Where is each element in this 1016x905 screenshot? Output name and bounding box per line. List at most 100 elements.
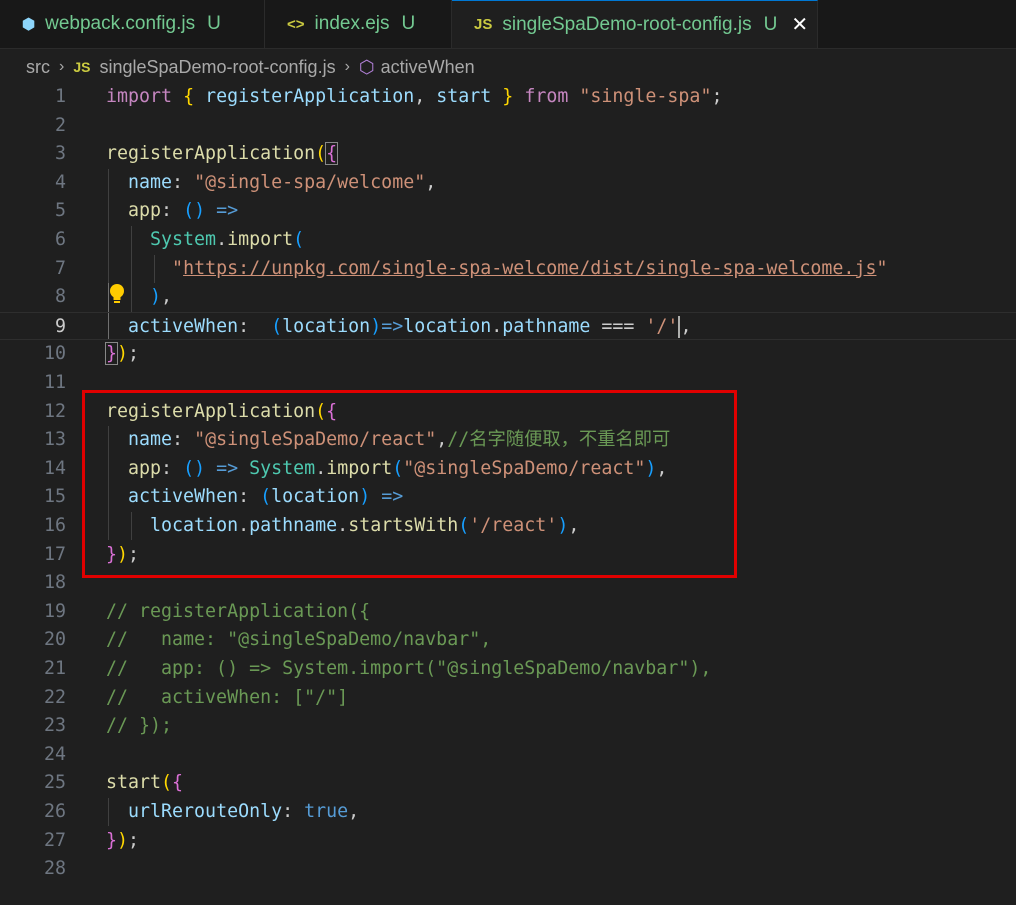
code-line: 3 registerApplication({ xyxy=(0,140,1016,169)
token: => xyxy=(381,315,404,337)
token: ; xyxy=(128,829,140,851)
line-number: 15 xyxy=(43,486,66,508)
code-line: 26 urlRerouteOnly: true, xyxy=(0,798,1016,827)
git-status-badge: U xyxy=(763,13,778,35)
line-number: 2 xyxy=(54,114,66,136)
code-comment: // }); xyxy=(106,715,173,737)
token: , xyxy=(348,801,360,822)
breadcrumb-file[interactable]: singleSpaDemo-root-config.js xyxy=(99,57,335,78)
line-number: 5 xyxy=(54,200,66,222)
code-line: 22 // activeWhen: ["/"] xyxy=(0,684,1016,713)
token: pathname xyxy=(502,315,591,337)
line-number: 10 xyxy=(43,343,66,365)
token: ( xyxy=(315,143,327,165)
code-line: 7 "https://unpkg.com/single-spa-welcome/… xyxy=(0,255,1016,284)
token: "single-spa" xyxy=(579,86,712,107)
breadcrumb-folder[interactable]: src xyxy=(26,57,50,78)
code-line: 6 System.import( xyxy=(0,226,1016,255)
token: location xyxy=(403,315,492,337)
token: { xyxy=(172,772,184,794)
line-number: 7 xyxy=(54,257,66,279)
token: from xyxy=(524,86,569,107)
chevron-right-icon: › xyxy=(344,58,350,75)
code-line: 20 // name: "@singleSpaDemo/navbar", xyxy=(0,626,1016,655)
line-number: 24 xyxy=(43,743,66,765)
token: { xyxy=(325,142,339,166)
chevron-right-icon: › xyxy=(59,58,65,75)
token: : xyxy=(172,171,184,193)
line-number: 14 xyxy=(43,457,66,479)
code-comment: // app: () => System.import("@singleSpaD… xyxy=(106,658,712,679)
token: System xyxy=(150,229,217,250)
token: , xyxy=(414,86,426,107)
url-link[interactable]: https://unpkg.com/single-spa-welcome/dis… xyxy=(183,258,876,279)
token: } xyxy=(104,342,119,366)
tab-webpack-config[interactable]: ⬢ webpack.config.js U xyxy=(0,0,265,48)
line-number: 3 xyxy=(54,143,66,165)
token: . xyxy=(491,315,503,337)
tab-root-config[interactable]: JS singleSpaDemo-root-config.js U ✕ xyxy=(452,0,818,48)
close-icon[interactable]: ✕ xyxy=(791,12,808,37)
git-status-badge: U xyxy=(207,13,221,34)
webpack-icon: ⬢ xyxy=(22,16,36,33)
token: } xyxy=(106,829,118,851)
tab-label: webpack.config.js xyxy=(45,13,196,34)
token: , xyxy=(161,286,173,308)
token: activeWhen xyxy=(128,315,239,337)
js-file-icon: JS xyxy=(73,59,91,75)
code-line: 5 app: () => xyxy=(0,197,1016,226)
token: '/' xyxy=(645,315,679,337)
token: ( xyxy=(161,772,173,794)
code-line: 23 // }); xyxy=(0,712,1016,741)
editor-tab-bar: ⬢ webpack.config.js U <> index.ejs U JS … xyxy=(0,0,1016,49)
code-line-current: 9 activeWhen: (location)=>location.pathn… xyxy=(0,311,1016,341)
code-line: 8 ), xyxy=(0,283,1016,312)
code-line: 27}); xyxy=(0,827,1016,856)
tab-index-ejs[interactable]: <> index.ejs U xyxy=(265,0,452,48)
token: import xyxy=(106,86,173,107)
tab-label: singleSpaDemo-root-config.js xyxy=(502,13,752,35)
token: ) xyxy=(117,343,129,365)
token: ) xyxy=(150,286,162,308)
token: location xyxy=(282,315,371,337)
token: start xyxy=(436,86,492,107)
token: : xyxy=(161,200,173,222)
token: , xyxy=(425,171,437,193)
token: start xyxy=(106,772,162,794)
token: ) xyxy=(370,315,382,337)
line-number: 25 xyxy=(43,772,66,794)
line-number: 28 xyxy=(43,858,66,880)
line-number: 17 xyxy=(43,543,66,565)
tab-label: index.ejs xyxy=(314,13,390,34)
code-line: 24 xyxy=(0,741,1016,770)
tab-bar-empty-space xyxy=(818,0,1016,48)
lightbulb-icon[interactable] xyxy=(108,283,126,310)
line-number: 1 xyxy=(54,86,66,107)
code-line: 4 name: "@single-spa/welcome", xyxy=(0,169,1016,198)
breadcrumb-symbol[interactable]: activeWhen xyxy=(381,57,475,78)
token: true xyxy=(304,801,349,822)
token: , xyxy=(680,315,692,337)
token: name xyxy=(128,171,173,193)
code-line: 2 xyxy=(0,112,1016,141)
line-number: 12 xyxy=(43,400,66,422)
code-line: 19 // registerApplication({ xyxy=(0,598,1016,627)
line-number: 20 xyxy=(43,629,66,651)
token: : xyxy=(282,801,294,822)
line-number: 6 xyxy=(54,229,66,250)
code-line: 28 xyxy=(0,855,1016,884)
ejs-file-icon: <> xyxy=(287,15,305,33)
token: registerApplication xyxy=(205,86,415,107)
line-number: 21 xyxy=(43,658,66,679)
token: urlRerouteOnly xyxy=(128,801,283,822)
line-number: 16 xyxy=(43,515,66,536)
token: ; xyxy=(128,343,140,365)
code-comment: // registerApplication({ xyxy=(106,600,371,622)
token: ) xyxy=(117,829,129,851)
line-number: 19 xyxy=(43,600,66,622)
highlight-annotation-box xyxy=(82,390,737,578)
token: { xyxy=(183,86,195,107)
git-status-badge: U xyxy=(401,13,416,34)
line-number: 23 xyxy=(43,715,66,737)
token: ; xyxy=(711,86,723,107)
